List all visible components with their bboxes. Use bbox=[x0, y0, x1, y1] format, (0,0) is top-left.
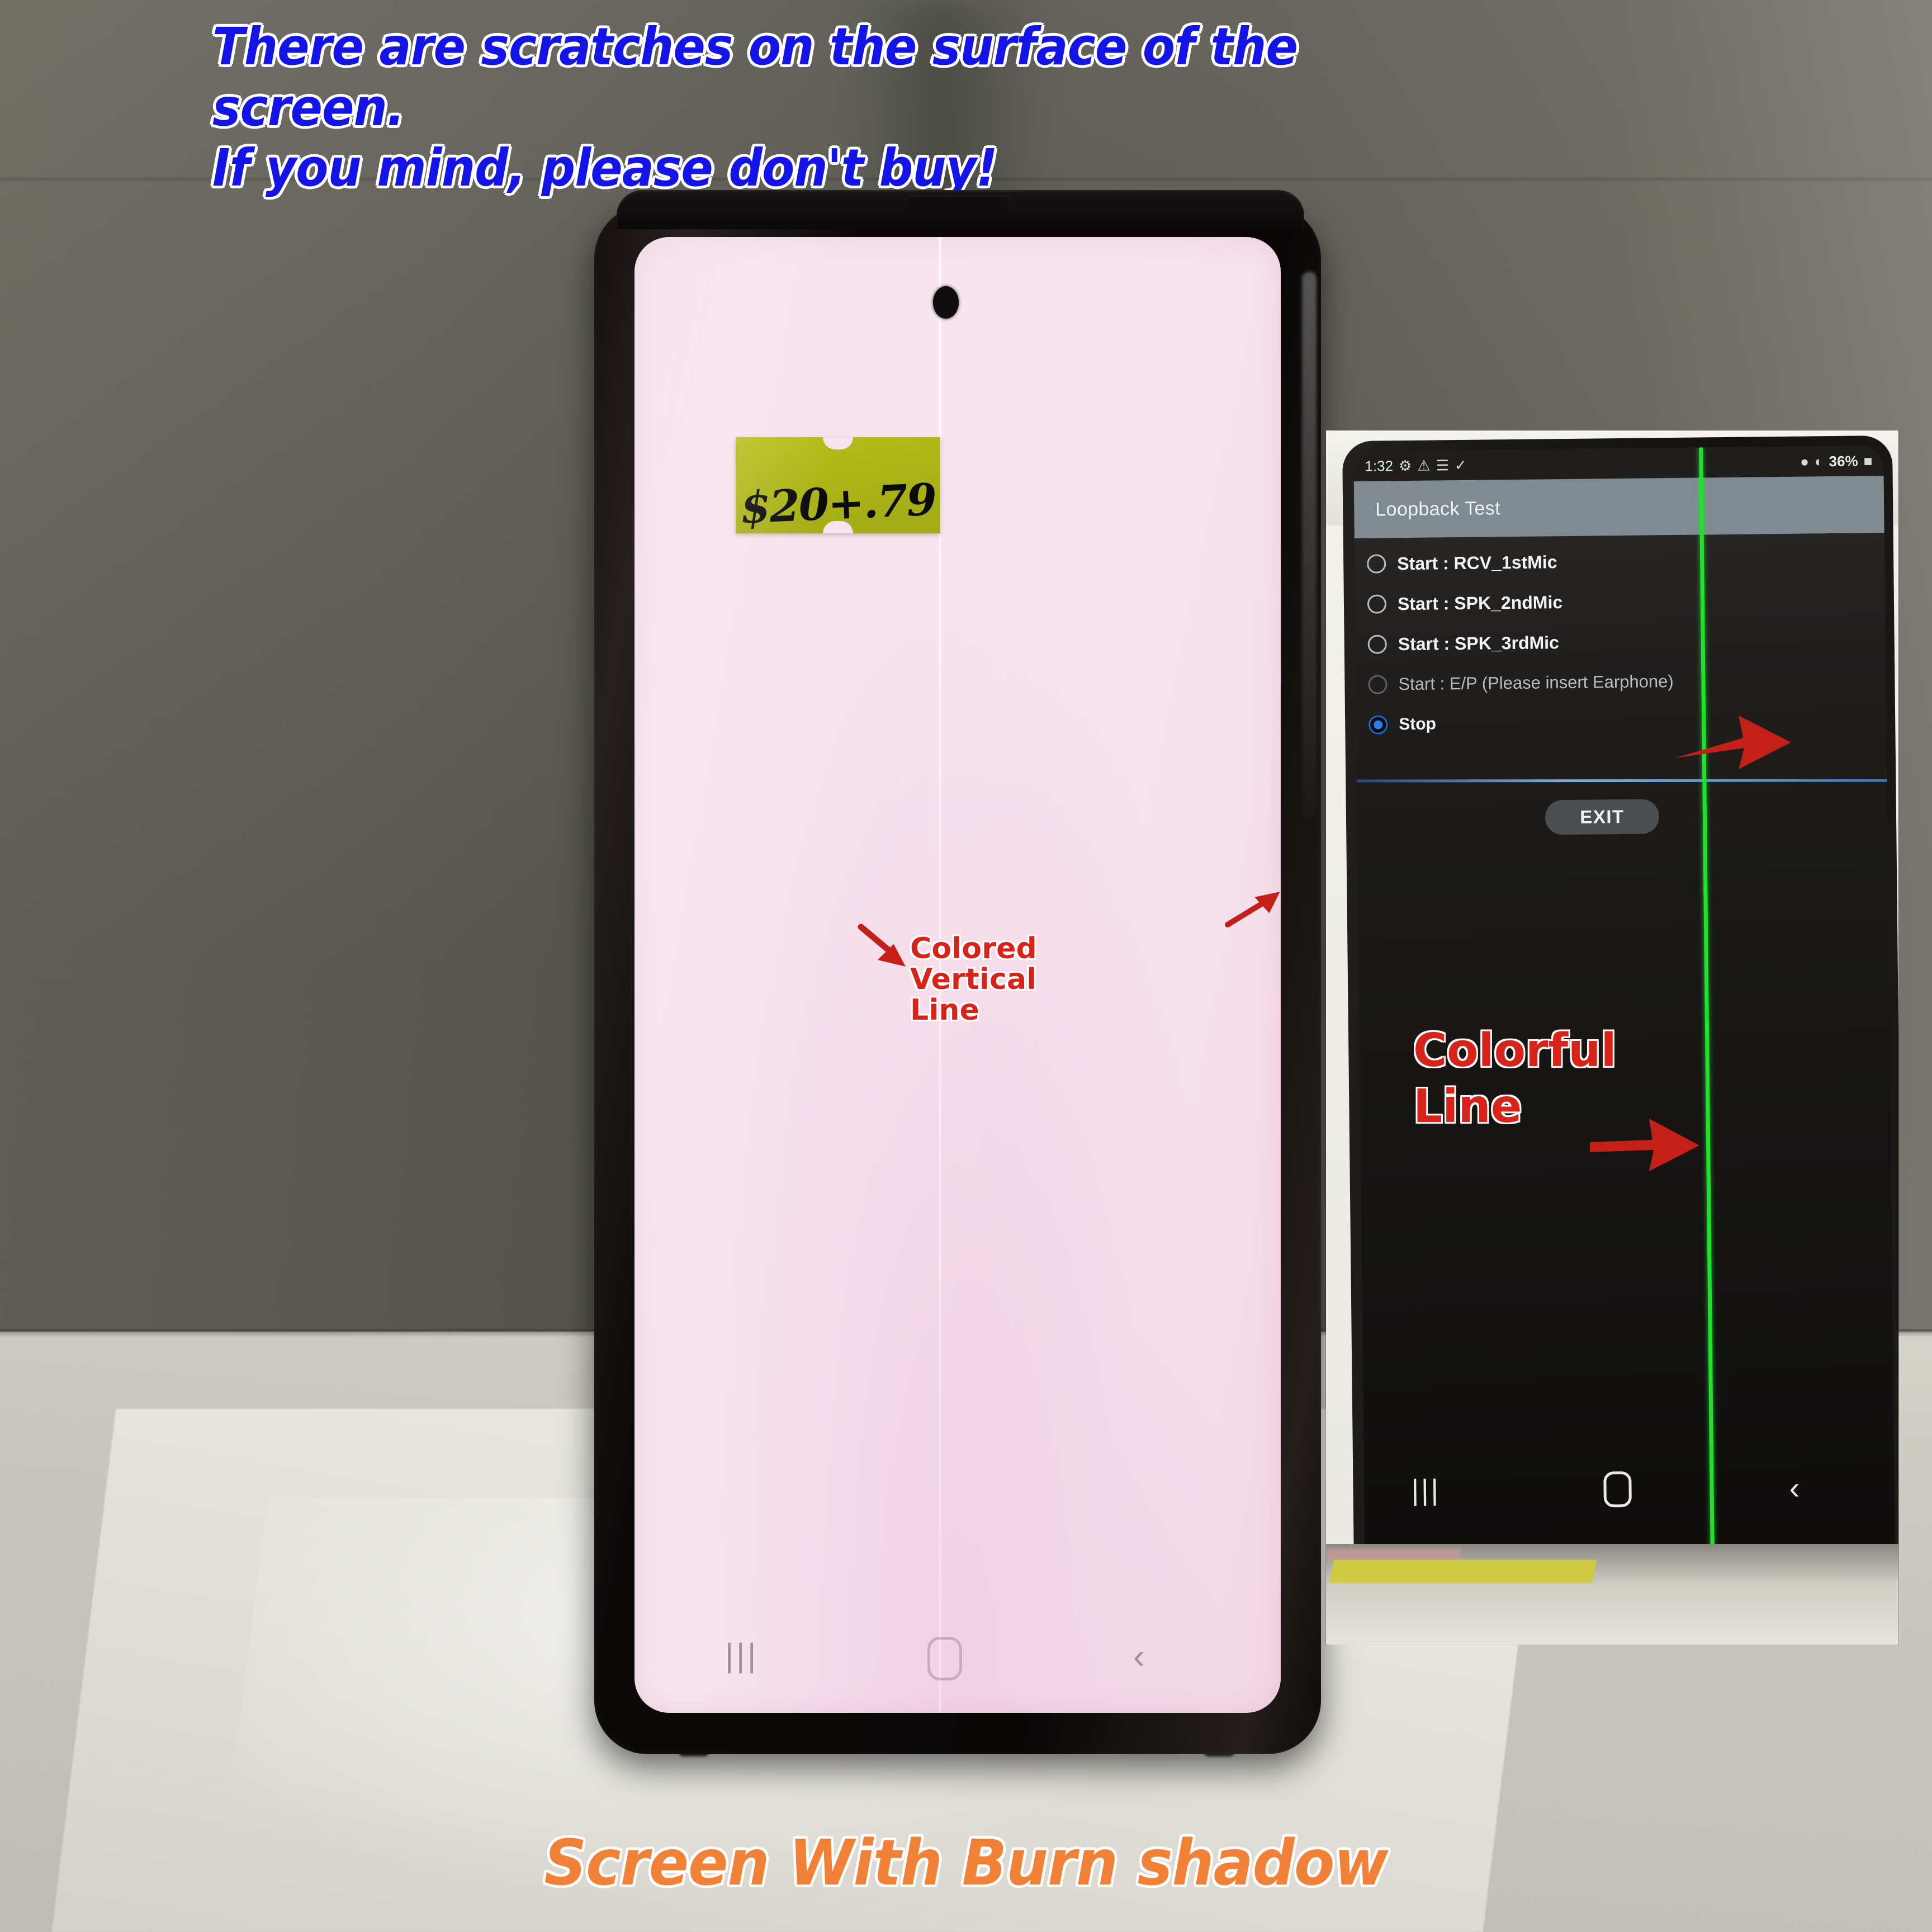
option-ep-earphone[interactable]: Start : E/P (Please insert Earphone) bbox=[1356, 659, 1886, 705]
warning-icon: ⚠ bbox=[1417, 457, 1431, 474]
radio-icon-selected[interactable] bbox=[1368, 715, 1388, 735]
gear-icon: ⚙ bbox=[1398, 457, 1412, 474]
option-label: Start : E/P (Please insert Earphone) bbox=[1398, 671, 1674, 694]
status-right-cluster: ● ◐ 36% ■ bbox=[1800, 452, 1873, 470]
earpiece-speaker bbox=[905, 196, 1010, 208]
option-spk-2ndmic[interactable]: Start : SPK_2ndMic bbox=[1355, 579, 1886, 624]
wifi-icon: ☰ bbox=[1436, 456, 1450, 473]
annotation-cvl-line-1: Colored bbox=[910, 932, 1037, 965]
annotation-colored-vertical-line: Colored Vertical Line bbox=[910, 932, 1037, 1027]
location-icon: ● bbox=[1800, 452, 1810, 470]
home-icon[interactable] bbox=[927, 1637, 962, 1680]
price-sticker: $20+.79 bbox=[736, 437, 940, 534]
app-bar-title: Loopback Test bbox=[1375, 497, 1501, 520]
check-circle-icon: ✓ bbox=[1454, 456, 1467, 473]
battery-icon: ■ bbox=[1863, 452, 1873, 469]
radio-icon[interactable] bbox=[1368, 675, 1388, 694]
radio-icon[interactable] bbox=[1367, 634, 1387, 654]
blue-horizontal-defect-line bbox=[1357, 779, 1887, 783]
annotation-colorful-line-1: Colorful bbox=[1413, 1024, 1617, 1077]
option-label: Start : SPK_3rdMic bbox=[1398, 632, 1559, 654]
headline-warning: There are scratches on the surface of th… bbox=[212, 17, 1498, 199]
status-time: 1:32 bbox=[1365, 457, 1394, 475]
option-label: Stop bbox=[1399, 714, 1437, 734]
inset-status-bar: 1:32 ⚙ ⚠ ☰ ✓ ● ◐ 36% ■ bbox=[1353, 446, 1884, 481]
back-icon[interactable]: ‹ bbox=[1789, 1470, 1800, 1506]
inset-app-bar: Loopback Test bbox=[1353, 476, 1884, 538]
inset-pink-phone-edge bbox=[1326, 1549, 1461, 1561]
annotation-cvl-line-3: Line bbox=[910, 993, 980, 1027]
inset-nav-bar: ||| ‹ bbox=[1364, 1457, 1895, 1530]
home-icon[interactable] bbox=[1603, 1471, 1632, 1508]
recents-icon[interactable]: ||| bbox=[725, 1637, 759, 1674]
arrow-to-blue-line bbox=[1675, 716, 1791, 769]
option-label: Start : SPK_2ndMic bbox=[1397, 591, 1563, 614]
recents-icon[interactable]: ||| bbox=[1411, 1473, 1441, 1507]
exit-button-label: EXIT bbox=[1580, 806, 1625, 827]
loopback-option-list: Start : RCV_1stMic Start : SPK_2ndMic St… bbox=[1355, 538, 1887, 745]
signal-icon: ◐ bbox=[1814, 452, 1824, 470]
inset-yellow-strip bbox=[1329, 1560, 1597, 1583]
arrow-to-green-line bbox=[1590, 1119, 1699, 1171]
option-label: Start : RCV_1stMic bbox=[1397, 551, 1557, 574]
annotation-colorful-line: Colorful Line bbox=[1413, 1023, 1617, 1135]
screenshot-canvas: There are scratches on the surface of th… bbox=[0, 0, 1932, 1932]
annotation-colorful-line-2: Line bbox=[1413, 1080, 1522, 1134]
option-rcv-1stmic[interactable]: Start : RCV_1stMic bbox=[1355, 538, 1885, 584]
back-icon[interactable]: ‹ bbox=[1133, 1637, 1145, 1677]
radio-icon[interactable] bbox=[1367, 554, 1386, 574]
price-sticker-text: $20+.79 bbox=[739, 474, 937, 534]
main-phone-nav-bar: ||| ‹ bbox=[634, 1629, 1281, 1696]
option-spk-3rdmic[interactable]: Start : SPK_3rdMic bbox=[1355, 619, 1886, 665]
headline-line-1: There are scratches on the surface of th… bbox=[212, 17, 1298, 138]
bottom-caption: Screen With Burn shadow bbox=[544, 1827, 1388, 1900]
radio-icon[interactable] bbox=[1367, 594, 1387, 614]
annotation-cvl-line-2: Vertical bbox=[910, 963, 1037, 997]
phone-edge-glint bbox=[1302, 272, 1317, 820]
arrow-to-screen-edge bbox=[1225, 892, 1280, 927]
exit-button[interactable]: EXIT bbox=[1545, 799, 1660, 835]
battery-percent: 36% bbox=[1829, 452, 1858, 470]
front-camera-punch-hole bbox=[933, 286, 959, 319]
option-stop[interactable]: Stop bbox=[1356, 699, 1887, 745]
